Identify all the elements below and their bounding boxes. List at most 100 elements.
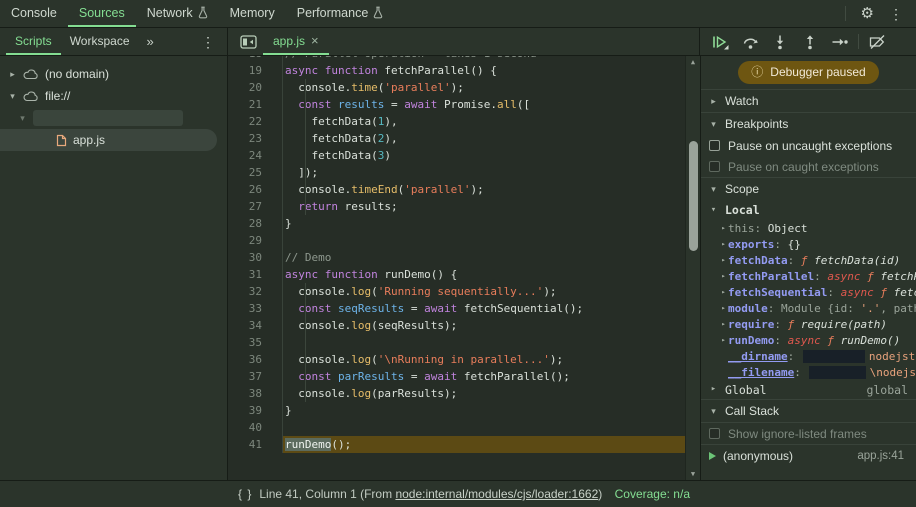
- scope-item-dirname[interactable]: __dirname: nodejst: [701, 348, 916, 364]
- line-number[interactable]: 37: [228, 368, 283, 385]
- section-watch[interactable]: ▸ Watch: [701, 89, 916, 112]
- deactivate-breakpoints-button[interactable]: [865, 31, 889, 53]
- scope-item-filename[interactable]: __filename: \nodejs: [701, 364, 916, 380]
- chevron-right-icon[interactable]: ▸: [719, 241, 728, 248]
- step-into-button[interactable]: [768, 31, 792, 53]
- line-number[interactable]: 38: [228, 385, 283, 402]
- scope-item-fetchSequential[interactable]: ▸fetchSequential: async ƒ fetchSequentia…: [701, 284, 916, 300]
- tree-item-file[interactable]: ▾file://: [0, 85, 227, 107]
- chevron-down-icon[interactable]: ▾: [18, 114, 27, 123]
- tree-item-folder[interactable]: ▾: [0, 107, 227, 129]
- code-text[interactable]: fetchData(3): [283, 147, 686, 164]
- editor-scrollbar[interactable]: ▲ ▼: [685, 56, 700, 480]
- close-icon[interactable]: ×: [311, 33, 319, 48]
- line-number[interactable]: 32: [228, 283, 283, 300]
- code-text[interactable]: }: [283, 215, 686, 232]
- chevron-right-icon[interactable]: ▸: [719, 257, 728, 264]
- section-call-stack[interactable]: ▾ Call Stack: [701, 399, 916, 422]
- step-over-button[interactable]: [738, 31, 762, 53]
- line-number[interactable]: 19: [228, 62, 283, 79]
- line-number[interactable]: 34: [228, 317, 283, 334]
- tree-item-nodomain[interactable]: ▸(no domain): [0, 63, 227, 85]
- more-tabs-button[interactable]: »: [139, 28, 161, 55]
- line-number[interactable]: 39: [228, 402, 283, 419]
- section-scope[interactable]: ▾ Scope: [701, 177, 916, 200]
- tab-network[interactable]: Network: [136, 0, 219, 27]
- code-text[interactable]: return results;: [283, 198, 686, 215]
- code-text[interactable]: const parResults = await fetchParallel()…: [283, 368, 686, 385]
- code-text[interactable]: runDemo();: [283, 436, 686, 453]
- line-number[interactable]: 26: [228, 181, 283, 198]
- step-button[interactable]: [828, 31, 852, 53]
- line-number[interactable]: 29: [228, 232, 283, 249]
- tab-performance[interactable]: Performance: [286, 0, 395, 27]
- line-number[interactable]: 33: [228, 300, 283, 317]
- scope-item-exports[interactable]: ▸exports: {}: [701, 236, 916, 252]
- code-text[interactable]: async function runDemo() {: [283, 266, 686, 283]
- line-number[interactable]: 20: [228, 79, 283, 96]
- pretty-print-icon[interactable]: { }: [238, 487, 252, 501]
- scope-item-fetchParallel[interactable]: ▸fetchParallel: async ƒ fetchParallel(): [701, 268, 916, 284]
- breakpoint-option-row[interactable]: Pause on uncaught exceptions: [701, 135, 916, 156]
- scope-item-this[interactable]: ▸this: Object: [701, 220, 916, 236]
- tab-memory[interactable]: Memory: [219, 0, 286, 27]
- code-text[interactable]: async function fetchParallel() {: [283, 62, 686, 79]
- show-ignore-listed-checkbox-row[interactable]: Show ignore-listed frames: [701, 422, 916, 445]
- gear-icon[interactable]: ⚙: [861, 6, 874, 21]
- kebab-menu-icon[interactable]: ⋮: [889, 7, 903, 21]
- chevron-right-icon[interactable]: ▸: [719, 289, 728, 296]
- chevron-right-icon[interactable]: ▸: [719, 273, 728, 280]
- chevron-down-icon[interactable]: ▾: [8, 92, 17, 101]
- chevron-right-icon[interactable]: ▸: [719, 321, 728, 328]
- code-text[interactable]: fetchData(2),: [283, 130, 686, 147]
- tab-appjs[interactable]: app.js ×: [263, 28, 329, 55]
- line-number[interactable]: 36: [228, 351, 283, 368]
- tree-item-appjs[interactable]: app.js: [0, 129, 217, 151]
- loader-link[interactable]: node:internal/modules/cjs/loader:1662: [395, 487, 598, 501]
- code-text[interactable]: console.log('Running sequentially...');: [283, 283, 686, 300]
- call-stack-frame[interactable]: (anonymous)app.js:41: [701, 445, 916, 467]
- code-text[interactable]: console.time('parallel');: [283, 79, 686, 96]
- checkbox-icon[interactable]: [709, 161, 720, 172]
- resume-button[interactable]: [708, 31, 732, 53]
- checkbox-icon[interactable]: [709, 428, 720, 439]
- chevron-right-icon[interactable]: ▸: [719, 305, 728, 312]
- code-text[interactable]: const seqResults = await fetchSequential…: [283, 300, 686, 317]
- toggle-sidebar-icon[interactable]: [234, 28, 263, 55]
- scope-global-header[interactable]: ▸ Global global: [701, 380, 916, 399]
- code-text[interactable]: console.log(seqResults);: [283, 317, 686, 334]
- tab-console[interactable]: Console: [0, 0, 68, 27]
- step-out-button[interactable]: [798, 31, 822, 53]
- checkbox-icon[interactable]: [709, 140, 720, 151]
- line-number[interactable]: 40: [228, 419, 283, 436]
- sidebar-kebab-icon[interactable]: ⋮: [201, 28, 227, 55]
- code-text[interactable]: [283, 419, 686, 436]
- code-text[interactable]: console.timeEnd('parallel');: [283, 181, 686, 198]
- line-number[interactable]: 23: [228, 130, 283, 147]
- code-text[interactable]: // Demo: [283, 249, 686, 266]
- code-text[interactable]: ]);: [283, 164, 686, 181]
- line-number[interactable]: 30: [228, 249, 283, 266]
- line-number[interactable]: 22: [228, 113, 283, 130]
- scroll-up-icon[interactable]: ▲: [686, 56, 700, 68]
- line-number[interactable]: 27: [228, 198, 283, 215]
- line-number[interactable]: 21: [228, 96, 283, 113]
- line-number[interactable]: 28: [228, 215, 283, 232]
- code-text[interactable]: [283, 232, 686, 249]
- chevron-right-icon[interactable]: ▸: [8, 70, 17, 79]
- line-number[interactable]: 24: [228, 147, 283, 164]
- chevron-right-icon[interactable]: ▸: [719, 337, 728, 344]
- scope-item-module[interactable]: ▸module: Module {id: '.', path: [701, 300, 916, 316]
- code-text[interactable]: fetchData(1),: [283, 113, 686, 130]
- scope-item-require[interactable]: ▸require: ƒ require(path): [701, 316, 916, 332]
- line-number[interactable]: 41: [228, 436, 283, 453]
- scope-item-runDemo[interactable]: ▸runDemo: async ƒ runDemo(): [701, 332, 916, 348]
- scope-item-fetchData[interactable]: ▸fetchData: ƒ fetchData(id): [701, 252, 916, 268]
- line-number[interactable]: 31: [228, 266, 283, 283]
- scrollbar-thumb[interactable]: [689, 141, 698, 251]
- code-editor[interactable]: 18// Parallel operation - takes 1 second…: [228, 56, 700, 480]
- breakpoint-option-row[interactable]: Pause on caught exceptions: [701, 156, 916, 177]
- code-text[interactable]: }: [283, 402, 686, 419]
- sidebar-tab-workspace[interactable]: Workspace: [61, 28, 139, 55]
- code-text[interactable]: console.log(parResults);: [283, 385, 686, 402]
